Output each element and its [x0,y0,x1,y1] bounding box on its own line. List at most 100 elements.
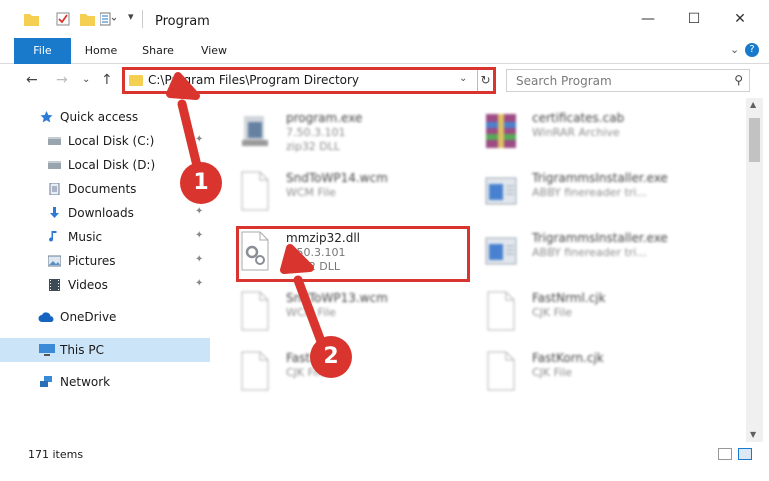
sidebar-item-label: This PC [60,343,104,357]
file-name: SndToWP14.wcm [286,171,388,185]
back-button[interactable]: ← [26,72,38,88]
file-type: CJK File [532,306,573,319]
annotation-number-1: 1 [180,162,222,204]
search-icon: ⚲ [734,73,743,87]
properties-icon[interactable] [56,12,70,26]
archive-icon [486,114,516,148]
recent-locations-button[interactable]: ⌄ [82,74,90,85]
download-icon [50,207,59,218]
annotation-number-2: 2 [310,336,352,378]
star-icon [40,111,53,123]
file-item[interactable]: FastKor.cjk CJK File [238,346,488,402]
sidebar-item-local-disk-c[interactable]: Local Disk (C:) ✦ [0,129,210,153]
sidebar-item-this-pc[interactable]: This PC [0,338,210,362]
search-input[interactable]: Search Program ⚲ [506,69,750,92]
file-item[interactable]: program.exe 7.50.3.101 zip32 DLL [238,106,488,162]
view-options-icon[interactable] [100,12,116,26]
expand-ribbon-icon[interactable]: ⌄ [730,43,739,56]
drive-icon [48,137,61,145]
file-description: zip32 DLL [286,140,341,153]
cloud-icon [38,312,54,322]
minimize-button[interactable]: — [625,0,671,38]
file-version: 7.50.3.101 [286,126,346,139]
file-item[interactable]: certificates.cab WinRAR Archive [484,106,734,162]
tab-home[interactable]: Home [76,38,126,64]
address-bar[interactable]: C:\Program Files\Program Directory ⌄ ↻ [122,67,496,94]
tab-share[interactable]: Share [134,38,182,64]
installer-icon [242,116,268,146]
sidebar-item-documents[interactable]: Documents ✦ [0,177,210,201]
sidebar-item-label: Local Disk (D:) [68,158,156,172]
file-type: ABBY finereader tri... [532,186,647,199]
file-type: WCM File [286,306,336,319]
sidebar-item-onedrive[interactable]: OneDrive [0,305,210,329]
help-icon[interactable]: ? [745,43,759,57]
customize-toolbar-icon[interactable]: ▾ [128,10,134,23]
file-name: program.exe [286,111,363,125]
status-bar: 171 items [0,442,769,481]
file-item[interactable]: SndToWP14.wcm WCM File [238,166,488,222]
search-placeholder: Search Program [516,74,612,88]
pictures-icon [48,255,61,267]
scroll-thumb[interactable] [749,118,760,162]
pin-icon[interactable]: ✦ [195,230,203,241]
app-icon [485,177,517,205]
address-path: C:\Program Files\Program Directory [148,73,360,87]
sidebar-item-label: OneDrive [60,310,117,324]
pin-icon[interactable]: ✦ [195,254,203,265]
file-name: TrigrammsInstaller.exe [532,171,668,185]
sidebar-item-label: Network [60,375,111,389]
sidebar-item-videos[interactable]: Videos ✦ [0,273,210,297]
file-item[interactable]: TrigrammsInstaller.exe ABBY finereader t… [484,166,734,222]
tiles-view-icon[interactable] [738,448,752,460]
file-name: SndToWP13.wcm [286,291,388,305]
sidebar-item-network[interactable]: Network [0,370,210,394]
file-name: FastKorn.cjk [532,351,604,365]
file-name: TrigrammsInstaller.exe [532,231,668,245]
pin-icon[interactable]: ✦ [195,134,203,145]
drive-icon [48,161,61,169]
blank-file-icon [241,171,269,211]
blank-file-icon [487,351,515,391]
sidebar-item-label: Local Disk (C:) [68,134,155,148]
scroll-down-icon[interactable]: ▼ [750,430,756,439]
new-folder-icon[interactable] [80,12,95,26]
address-row: ← → ⌄ ↑ C:\Program Files\Program Directo… [0,64,769,98]
sidebar-item-label: Music [68,230,103,244]
maximize-button[interactable]: ☐ [671,0,717,38]
sidebar-item-label: Documents [68,182,137,196]
file-item[interactable]: TrigrammsInstaller.exe ABBY finereader t… [484,226,734,282]
pin-icon[interactable]: ✦ [195,278,203,289]
file-item[interactable]: SndToWP13.wcm WCM File [238,286,488,342]
forward-button[interactable]: → [56,72,68,88]
file-type: WinRAR Archive [532,126,620,139]
refresh-button[interactable]: ↻ [477,70,493,91]
pin-icon[interactable]: ✦ [195,206,203,217]
tab-view[interactable]: View [190,38,238,64]
vertical-scrollbar[interactable]: ▲ ▼ [746,98,763,442]
sidebar-item-music[interactable]: Music ✦ [0,225,210,249]
sidebar-item-local-disk-d[interactable]: Local Disk (D:) [0,153,210,177]
tab-file[interactable]: File [14,38,71,64]
sidebar-item-quick-access[interactable]: Quick access [0,105,210,129]
file-item[interactable]: FastNrml.cjk CJK File [484,286,734,342]
ribbon-tabs: File Home Share View ⌄ ? [0,38,769,64]
folder-icon [129,75,143,86]
file-item[interactable]: FastKorn.cjk CJK File [484,346,734,402]
folder-icon[interactable] [24,12,39,26]
details-view-icon[interactable] [718,448,732,460]
scroll-up-icon[interactable]: ▲ [750,100,756,109]
close-button[interactable]: ✕ [717,0,763,38]
sidebar-item-pictures[interactable]: Pictures ✦ [0,249,210,273]
file-type: WCM File [286,186,336,199]
up-button[interactable]: ↑ [101,72,113,88]
music-icon [49,231,57,242]
chevron-down-icon[interactable]: ⌄ [459,73,467,84]
sidebar-item-downloads[interactable]: Downloads ✦ [0,201,210,225]
file-name: certificates.cab [532,111,625,125]
sidebar-item-label: Downloads [68,206,134,220]
window-title: Program [155,14,210,29]
file-highlight-box [236,226,470,282]
blank-file-icon [241,351,269,391]
file-name: FastNrml.cjk [532,291,606,305]
